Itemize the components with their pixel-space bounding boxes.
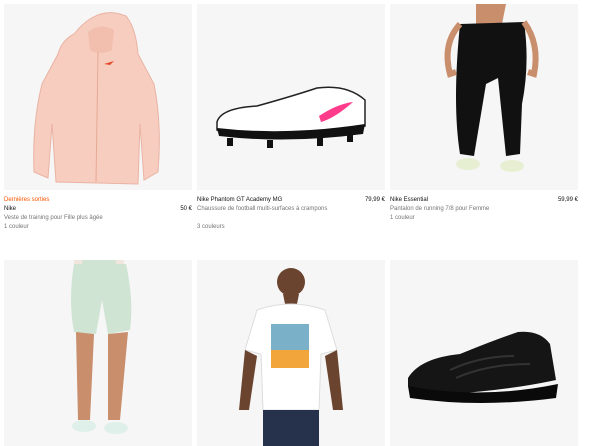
product-image-sneaker[interactable]	[390, 260, 578, 446]
pink-jacket-icon	[33, 12, 160, 185]
product-name[interactable]: Nike Phantom GT Academy MG	[197, 196, 282, 205]
running-pants-icon	[444, 4, 539, 172]
bike-shorts-icon	[71, 260, 132, 434]
product-colors: 1 couleur	[390, 215, 415, 221]
product-subtitle: Chaussure de football multi-surfaces à c…	[197, 206, 328, 212]
product-image-shorts[interactable]	[4, 260, 192, 446]
air-max-sneaker-icon	[408, 331, 558, 403]
product-image-jacket[interactable]	[4, 4, 192, 190]
product-colors: 1 couleur	[4, 224, 29, 230]
product-name[interactable]: Nike Essential	[390, 196, 428, 205]
product-subtitle: Pantalon de running 7/8 pour Femme	[390, 206, 490, 212]
product-badge: Dernières sorties	[4, 197, 50, 203]
product-name[interactable]: Nike	[4, 205, 16, 214]
product-image-pants[interactable]	[390, 4, 578, 190]
product-colors: 3 couleurs	[197, 224, 225, 230]
graphic-tshirt-icon	[239, 268, 343, 446]
product-price: 59,99 €	[557, 197, 578, 203]
product-subtitle: Veste de training pour Fille plus âgée	[4, 215, 103, 221]
football-boot-icon	[216, 86, 366, 148]
product-price: 79,99 €	[364, 197, 385, 203]
product-image-boot[interactable]	[197, 4, 385, 190]
product-image-tshirt[interactable]	[197, 260, 385, 446]
product-price: 50 €	[180, 206, 192, 212]
